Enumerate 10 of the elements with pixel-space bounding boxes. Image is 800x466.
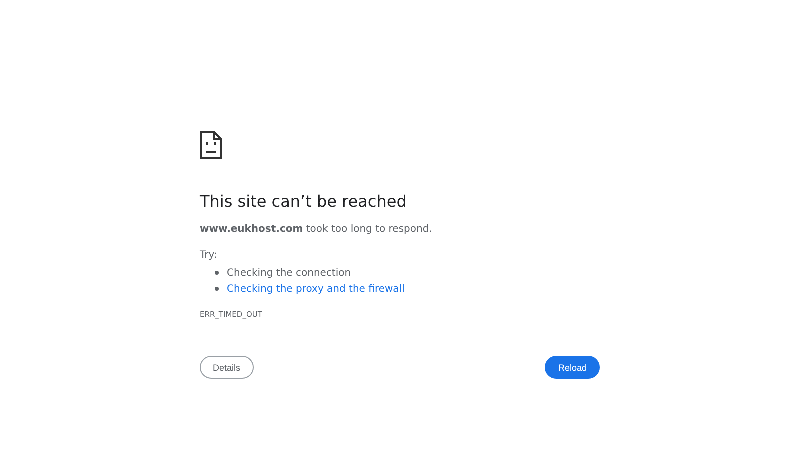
bullet-icon <box>215 287 219 291</box>
try-label: Try: <box>200 249 218 263</box>
page-heading: This site can’t be reached <box>200 191 407 213</box>
bullet-icon <box>215 271 219 275</box>
suggestion-text: Checking the connection <box>227 268 352 278</box>
details-button[interactable]: Details <box>200 356 254 379</box>
reload-button[interactable]: Reload <box>545 356 600 379</box>
suggestion-link[interactable]: Checking the proxy and the firewall <box>227 284 405 294</box>
error-message: www.eukhost.com took too long to respond. <box>200 223 432 237</box>
sad-page-icon <box>200 131 222 159</box>
